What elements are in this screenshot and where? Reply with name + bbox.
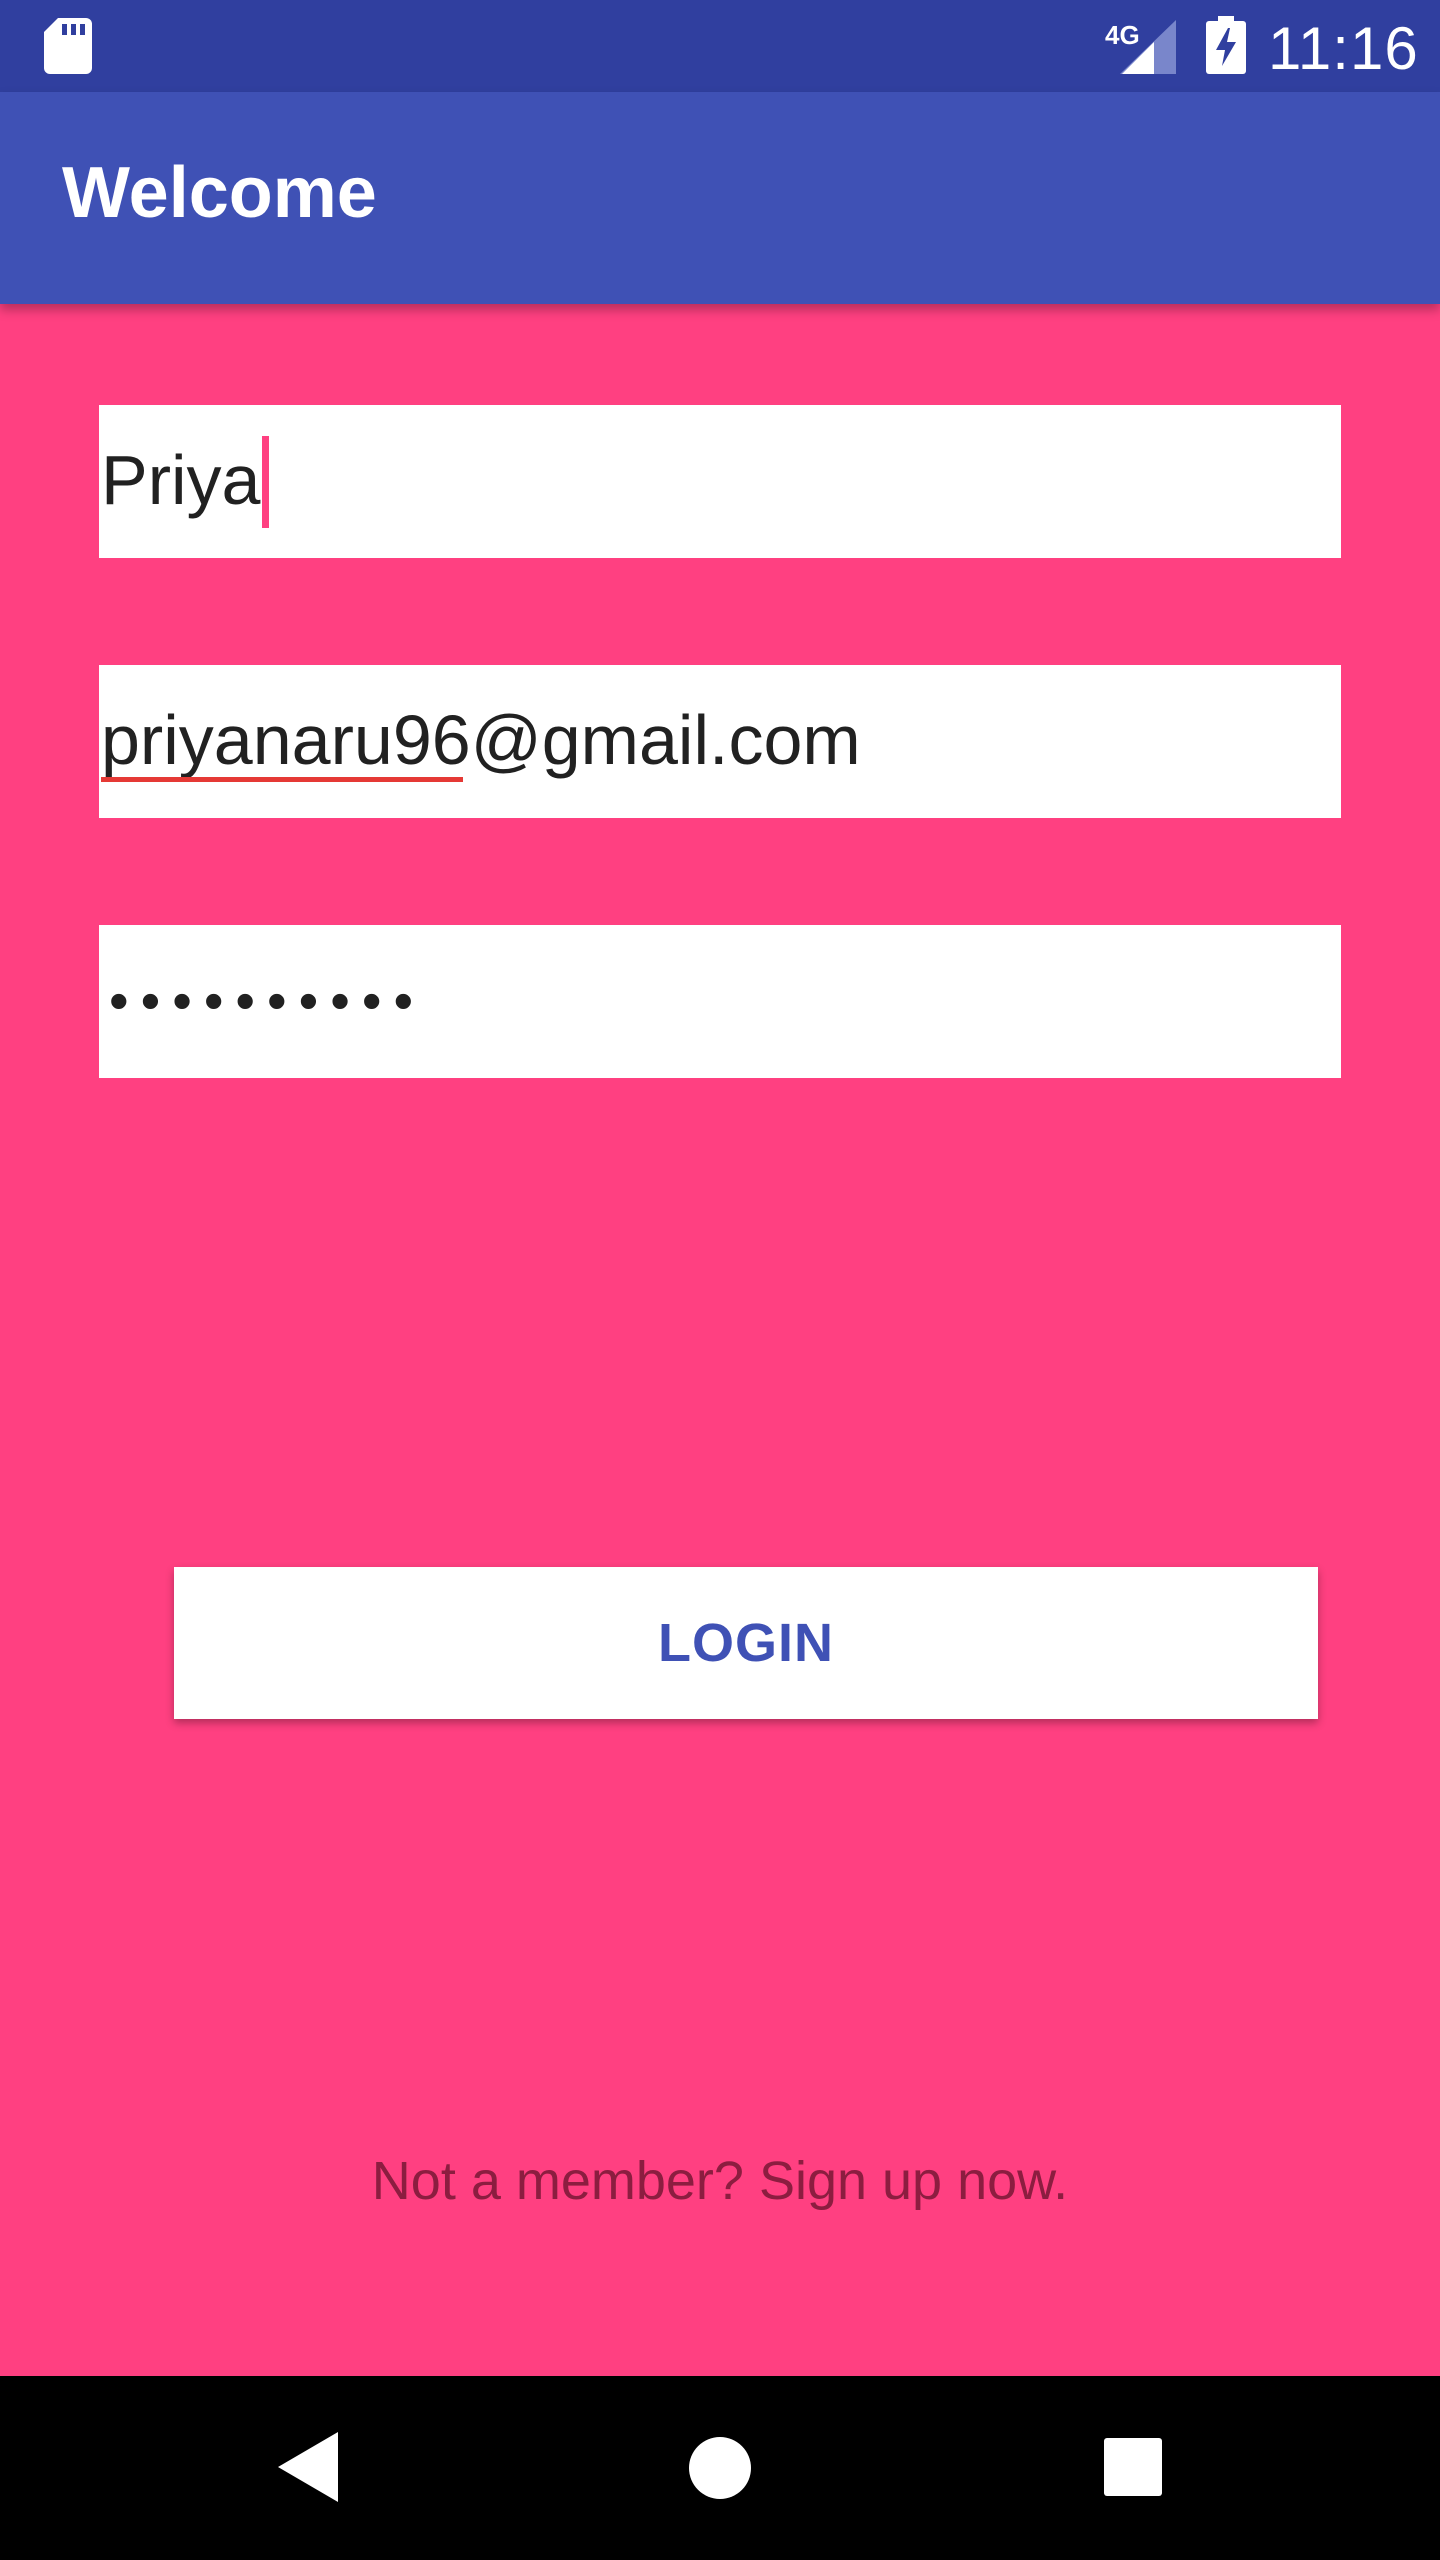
battery-charging-icon bbox=[1206, 16, 1246, 74]
spellcheck-underline bbox=[101, 777, 463, 782]
navigation-bar bbox=[0, 2376, 1440, 2560]
signal-icon bbox=[1120, 20, 1176, 74]
home-icon[interactable] bbox=[688, 2436, 752, 2500]
app-bar: Welcome bbox=[0, 92, 1440, 304]
login-button[interactable]: LOGIN bbox=[174, 1567, 1318, 1719]
status-clock: 11:16 bbox=[1268, 15, 1419, 82]
sd-card-icon bbox=[44, 18, 92, 74]
name-field[interactable]: Priya bbox=[99, 405, 1341, 558]
password-field[interactable]: •••••••••• bbox=[99, 925, 1341, 1078]
signup-link[interactable]: Not a member? Sign up now. bbox=[0, 2150, 1440, 2212]
name-field-wrapper: Priya bbox=[101, 435, 270, 532]
email-field[interactable]: priyanaru96@gmail.com bbox=[99, 665, 1341, 818]
text-cursor bbox=[262, 435, 270, 528]
name-field-value: Priya bbox=[101, 441, 261, 519]
back-icon[interactable] bbox=[278, 2432, 338, 2502]
email-field-value: priyanaru96@gmail.com bbox=[101, 701, 861, 779]
recents-icon[interactable] bbox=[1104, 2438, 1162, 2496]
password-field-value: •••••••••• bbox=[109, 969, 426, 1032]
status-bar: 4G 11:16 bbox=[0, 0, 1440, 92]
page-title: Welcome bbox=[62, 153, 377, 233]
